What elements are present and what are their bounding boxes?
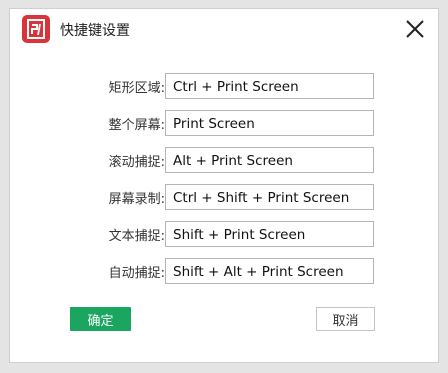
shortcut-label: 矩形区域: bbox=[108, 81, 165, 96]
shortcut-input-full-screen[interactable]: Print Screen bbox=[165, 110, 374, 136]
cancel-button[interactable]: 取消 bbox=[316, 307, 375, 331]
shortcut-row-scroll-capture: 滚动捕捉: Alt + Print Screen bbox=[10, 147, 438, 173]
shortcut-row-auto-capture: 自动捕捉: Shift + Alt + Print Screen bbox=[10, 258, 438, 284]
shortcut-label: 整个屏幕: bbox=[108, 118, 165, 133]
shortcut-label: 自动捕捉: bbox=[108, 266, 165, 281]
shortcut-row-rect-region: 矩形区域: Ctrl + Print Screen bbox=[10, 73, 438, 99]
close-icon bbox=[406, 20, 424, 38]
shortcut-row-text-capture: 文本捕捉: Shift + Print Screen bbox=[10, 221, 438, 247]
app-logo-icon bbox=[22, 15, 50, 43]
shortcut-input-text-capture[interactable]: Shift + Print Screen bbox=[165, 221, 374, 247]
ok-button[interactable]: 确定 bbox=[70, 307, 131, 331]
shortcut-label: 文本捕捉: bbox=[108, 229, 165, 244]
shortcut-label: 滚动捕捉: bbox=[108, 155, 165, 170]
dialog-title: 快捷键设置 bbox=[60, 23, 130, 39]
shortcut-settings-dialog: 快捷键设置 矩形区域: Ctrl + Print Screen 整个屏幕: Pr… bbox=[9, 8, 439, 363]
close-button[interactable] bbox=[404, 18, 426, 40]
shortcut-label: 屏幕录制: bbox=[108, 192, 165, 207]
shortcut-row-screen-record: 屏幕录制: Ctrl + Shift + Print Screen bbox=[10, 184, 438, 210]
title-bar: 快捷键设置 bbox=[10, 9, 438, 51]
shortcut-input-auto-capture[interactable]: Shift + Alt + Print Screen bbox=[165, 258, 374, 284]
shortcut-input-scroll-capture[interactable]: Alt + Print Screen bbox=[165, 147, 374, 173]
shortcut-input-rect-region[interactable]: Ctrl + Print Screen bbox=[165, 73, 374, 99]
shortcut-row-full-screen: 整个屏幕: Print Screen bbox=[10, 110, 438, 136]
shortcut-input-screen-record[interactable]: Ctrl + Shift + Print Screen bbox=[165, 184, 374, 210]
